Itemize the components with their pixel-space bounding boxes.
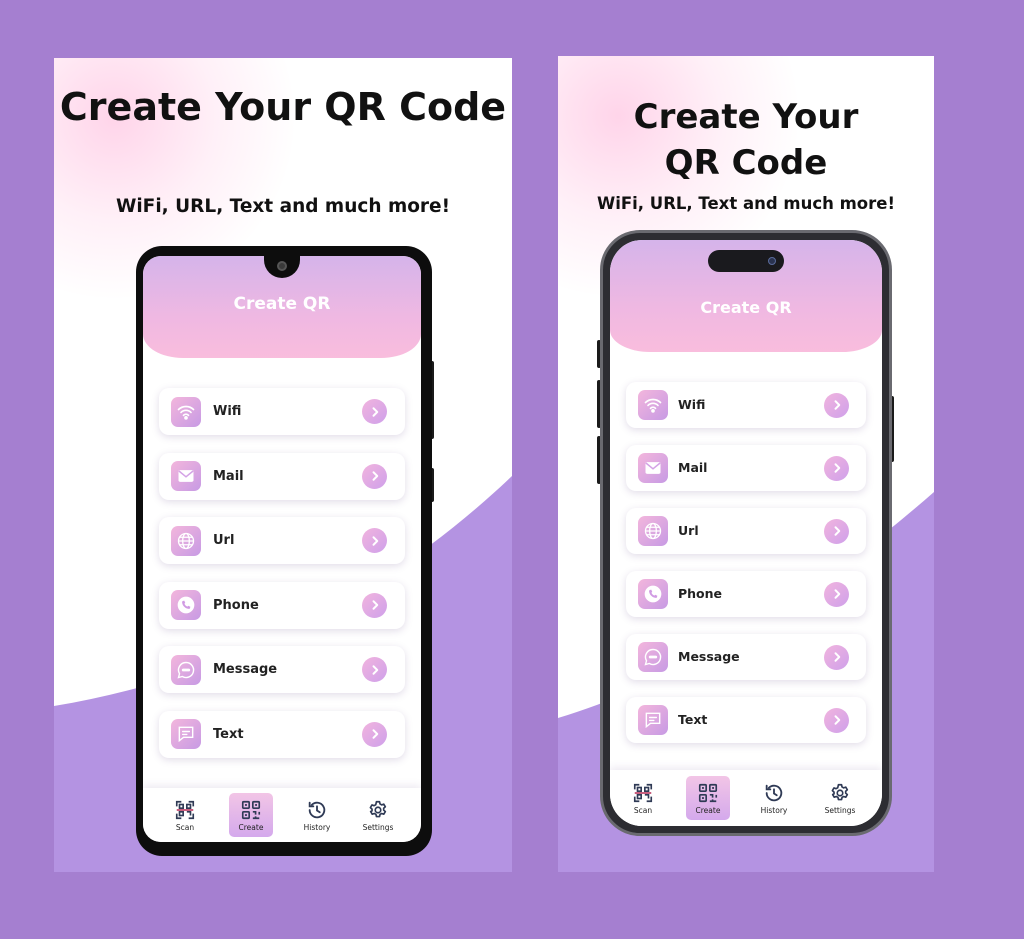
gear-icon — [369, 800, 387, 817]
phone-screen: Create QR Wifi Mail Url Phone Message Text Sc… — [143, 256, 421, 842]
nav-label: Scan — [175, 822, 195, 832]
qr-type-phone-row[interactable]: Phone — [626, 571, 866, 617]
nav-create[interactable]: Create — [220, 788, 282, 842]
message-icon — [638, 642, 668, 672]
chevron-right-icon[interactable] — [362, 528, 387, 553]
header-title: Create QR — [700, 298, 792, 317]
bottom-nav: Scan Create History Settings — [610, 770, 882, 826]
chevron-right-icon[interactable] — [362, 657, 387, 682]
chevron-right-icon[interactable] — [824, 707, 849, 733]
nav-label: Create — [238, 822, 264, 832]
nav-history[interactable]: History — [286, 788, 348, 842]
subheadline: WiFi, URL, Text and much more! — [115, 196, 451, 217]
nav-create[interactable]: Create — [679, 770, 737, 826]
nav-scan[interactable]: Scan — [154, 788, 216, 842]
subheadline: WiFi, URL, Text and much more! — [597, 194, 895, 213]
globe-icon — [171, 525, 201, 556]
message-icon — [171, 654, 201, 685]
nav-scan[interactable]: Scan — [614, 770, 672, 826]
nav-label: History — [760, 805, 788, 815]
android-phone-mockup: Create QR Wifi Mail Url Phone Message Text Sc… — [136, 246, 434, 856]
nav-settings[interactable]: Settings — [347, 788, 409, 842]
headline-line-2: QR Code — [664, 143, 828, 183]
bottom-nav: Scan Create History Settings — [143, 788, 421, 842]
qr-type-label: Url — [678, 523, 699, 538]
front-camera — [768, 257, 776, 265]
chevron-right-icon[interactable] — [362, 463, 387, 489]
nav-label: Settings — [362, 822, 394, 832]
qr-type-wifi-row[interactable]: Wifi — [159, 388, 405, 435]
nav-label: Create — [695, 805, 721, 815]
chevron-right-icon[interactable] — [362, 721, 387, 747]
nav-history[interactable]: History — [745, 770, 803, 826]
qr-type-label: Text — [213, 726, 244, 742]
qr-type-wifi-row[interactable]: Wifi — [626, 382, 866, 428]
nav-label: Scan — [633, 805, 653, 815]
qr-type-label: Wifi — [678, 397, 706, 412]
qr-type-message-row[interactable]: Message — [159, 646, 405, 693]
history-icon — [765, 784, 783, 801]
front-camera — [277, 261, 287, 271]
qr-type-label: Phone — [213, 597, 259, 613]
wifi-icon — [638, 390, 668, 420]
qr-type-label: Message — [678, 649, 740, 664]
chevron-right-icon[interactable] — [824, 581, 849, 607]
qr-type-label: Url — [213, 533, 235, 548]
phone-screen: Create QR Wifi Mail Url Phone Message Text Sc… — [610, 240, 882, 826]
header-title: Create QR — [233, 294, 331, 314]
qr-type-label: Phone — [678, 586, 723, 601]
promo-panel-android: Create Your QR Code WiFi, URL, Text and … — [54, 58, 512, 872]
phone-icon — [638, 579, 668, 609]
qr-type-text-row[interactable]: Text — [626, 697, 866, 743]
wifi-icon — [171, 396, 201, 427]
dynamic-island — [708, 250, 784, 272]
qr-type-url-row[interactable]: Url — [159, 517, 405, 564]
qr-type-phone-row[interactable]: Phone — [159, 581, 405, 629]
chevron-right-icon[interactable] — [824, 518, 849, 544]
headline-line-1: Create Your — [633, 97, 859, 137]
history-icon — [308, 801, 326, 818]
chevron-right-icon[interactable] — [824, 392, 849, 418]
headline: Create Your QR Code — [59, 85, 507, 129]
promo-panel-iphone: Create Your QR Code WiFi, URL, Text and … — [558, 56, 934, 872]
scan-icon — [175, 800, 195, 819]
mail-icon — [171, 461, 201, 491]
qr-type-label: Text — [678, 712, 708, 727]
scan-icon — [633, 783, 653, 802]
text-icon — [638, 705, 668, 735]
phone-icon — [171, 590, 201, 620]
qr-type-label: Wifi — [213, 404, 242, 419]
chevron-right-icon[interactable] — [362, 592, 387, 618]
headline: Create Your QR Code — [558, 94, 934, 186]
gear-icon — [831, 783, 849, 800]
qr-type-mail-row[interactable]: Mail — [626, 445, 866, 491]
iphone-mockup: Create QR Wifi Mail Url Phone Message Text Sc… — [597, 230, 894, 836]
qr-code-icon — [698, 783, 718, 802]
chevron-right-icon[interactable] — [824, 455, 849, 481]
nav-label: History — [303, 822, 331, 832]
qr-type-url-row[interactable]: Url — [626, 508, 866, 554]
qr-type-mail-row[interactable]: Mail — [159, 452, 405, 500]
chevron-right-icon[interactable] — [362, 399, 387, 424]
text-icon — [171, 719, 201, 749]
nav-settings[interactable]: Settings — [811, 770, 869, 826]
chevron-right-icon[interactable] — [824, 644, 849, 670]
mail-icon — [638, 453, 668, 483]
qr-type-label: Mail — [678, 460, 708, 475]
globe-icon — [638, 516, 668, 546]
nav-label: Settings — [824, 805, 856, 815]
qr-type-text-row[interactable]: Text — [159, 710, 405, 758]
qr-type-label: Mail — [213, 468, 244, 484]
qr-code-icon — [241, 800, 261, 819]
qr-type-label: Message — [213, 662, 278, 677]
qr-type-message-row[interactable]: Message — [626, 634, 866, 680]
